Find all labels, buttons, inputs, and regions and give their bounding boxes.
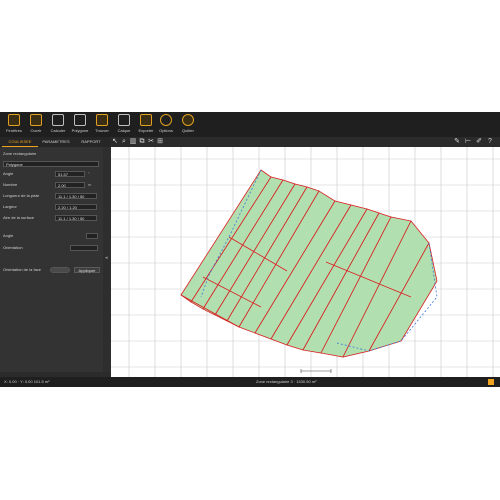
toolbar-label: Options <box>159 128 173 133</box>
field-label: Angle <box>3 171 14 176</box>
pointer-icon[interactable]: ↖ <box>111 138 119 146</box>
find-icon <box>96 114 108 126</box>
panel-tabs: COULISSEE PARAMETRES RAPPORT <box>0 137 110 147</box>
copy-icon[interactable]: ⧉ <box>138 138 146 146</box>
toolbar-label: Trouver <box>95 128 109 133</box>
toolbar-label: Calculer <box>50 128 66 133</box>
power-icon <box>182 114 194 126</box>
toolbar-label: Exporter <box>138 128 154 133</box>
properties-panel: Zone rectangulaire Polygone Angle 51.57 … <box>0 147 103 372</box>
panel-splitter[interactable]: ◂ <box>103 147 111 372</box>
canvas-toolbar: ↖ ⌕ ▥ ⧉ ✂ ⊞ ✎ ⊢ ✐ ? <box>110 137 500 147</box>
help-icon[interactable]: ? <box>486 138 494 146</box>
toolbar-item-5[interactable]: Calque <box>113 113 135 137</box>
toolbar-item-4[interactable]: Trouver <box>91 113 113 137</box>
apply-button[interactable]: Appliquer <box>74 267 100 273</box>
length-field[interactable]: 11.1 / 1.30 / 50 <box>55 193 97 199</box>
grid-icon[interactable]: ⊞ <box>156 138 164 146</box>
toolbar-label: Polygone <box>71 128 89 133</box>
toggle-label: Orientation de la face <box>3 267 42 272</box>
status-coordinates: X: 0.00 · Y: 0.00 101.5 m² <box>4 379 50 384</box>
toolbar-item-6[interactable]: Exporter <box>135 113 157 137</box>
drawing-canvas[interactable] <box>111 147 500 377</box>
status-bar: X: 0.00 · Y: 0.00 101.5 m² Zone rectangu… <box>0 377 500 387</box>
field-label: Aire de la surface <box>3 215 35 220</box>
layer-icon <box>118 114 130 126</box>
panel-header: Zone rectangulaire <box>3 151 37 156</box>
area-field[interactable]: 11.1 / 1.30 / 50 <box>55 215 97 221</box>
app-window: Fenêtres Ouvrir Calculer Polygone Trouve… <box>0 112 500 387</box>
field-label: Longueur de la piste <box>3 193 40 198</box>
toolbar-label: Fenêtres <box>6 128 22 133</box>
status-indicator-icon[interactable] <box>488 379 494 385</box>
toolbar-label: Quitter <box>181 128 194 133</box>
tab-rapport[interactable]: RAPPORT <box>74 137 108 147</box>
dimension-icon[interactable]: ⊢ <box>464 138 472 146</box>
tab-coulissee[interactable]: COULISSEE <box>2 137 38 147</box>
ruler-icon[interactable]: ✎ <box>453 138 461 146</box>
collapse-arrow-icon[interactable]: ◂ <box>105 255 108 261</box>
toolbar-label: Ouvrir <box>30 128 42 133</box>
cut-icon[interactable]: ✂ <box>147 138 155 146</box>
toolbar-item-7[interactable]: Options <box>155 113 177 137</box>
orientation-toggle[interactable] <box>50 267 70 273</box>
toolbar-item-3[interactable]: Polygone <box>69 113 91 137</box>
gear-icon <box>160 114 172 126</box>
polygon-icon <box>74 114 86 126</box>
delete-icon[interactable]: ▥ <box>129 138 137 146</box>
field-unit: m <box>88 182 92 187</box>
measure-icon <box>8 114 20 126</box>
toolbar-item-0[interactable]: Fenêtres <box>3 113 25 137</box>
section-stepper[interactable] <box>86 233 98 239</box>
strips[interactable] <box>180 169 438 358</box>
width-field[interactable]: 2.20 / 1.20 <box>55 204 97 210</box>
count-field[interactable]: 2.00 <box>55 182 85 188</box>
export-icon <box>140 114 152 126</box>
angle-field[interactable]: 51.57 <box>55 171 85 177</box>
open-icon <box>30 114 42 126</box>
shape-select[interactable]: Polygone <box>3 161 99 167</box>
pencil-icon[interactable]: ✐ <box>475 138 483 146</box>
toolbar-item-8[interactable]: Quitter <box>177 113 199 137</box>
field-unit: ° <box>88 171 90 176</box>
section-field-label: Orientation <box>3 245 23 250</box>
tab-parametres[interactable]: PARAMETRES <box>38 137 74 147</box>
scale-bar <box>300 369 332 373</box>
zoom-icon[interactable]: ⌕ <box>120 138 128 146</box>
toolbar-item-1[interactable]: Ouvrir <box>25 113 47 137</box>
field-label: Largeur <box>3 204 17 209</box>
section-label: Angle <box>3 233 14 238</box>
main-toolbar: Fenêtres Ouvrir Calculer Polygone Trouve… <box>0 112 500 137</box>
drawing-svg <box>111 147 500 377</box>
status-zone: Zone rectangulaire 3 · 1530.50 m² <box>256 379 317 384</box>
calculator-icon <box>52 114 64 126</box>
field-label: Nombre <box>3 182 18 187</box>
orientation-field[interactable] <box>70 245 98 251</box>
toolbar-item-2[interactable]: Calculer <box>47 113 69 137</box>
toolbar-label: Calque <box>117 128 131 133</box>
